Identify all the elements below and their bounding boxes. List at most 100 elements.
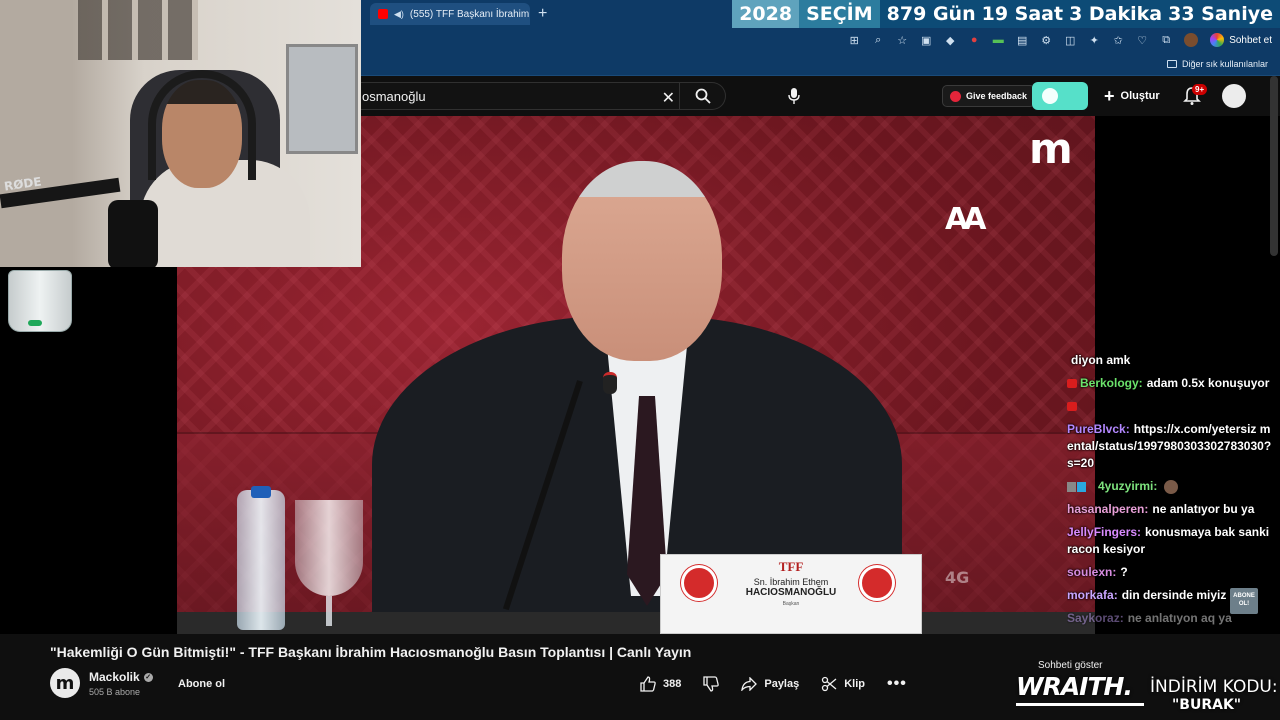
chat-username: soulexn: [1067,565,1117,579]
settings-icon[interactable]: ⚙ [1040,34,1052,47]
extension-icon[interactable]: ▬ [992,34,1004,46]
zoom-icon[interactable]: ⌕ [872,34,884,46]
chat-text: ne anlatıyon aq ya [1127,611,1232,625]
share-arrow-icon [741,677,758,691]
create-button[interactable]: + Oluştur [1104,85,1160,107]
subscriber-badge-icon [1067,402,1077,412]
other-favorites-link[interactable]: Diğer sık kullanılanlar [1182,59,1268,69]
chat-message: Berkology: adam 0.5x konuşuyor [1067,375,1273,392]
like-count: 388 [663,678,682,690]
browser-toolbar: ⊞ ⌕ ☆ ▣ ◆ ● ▬ ▤ ⚙ ◫ ✦ ✩ ♡ ⧉ Sohbet et [360,28,1280,52]
chat-text: ? [1120,565,1128,579]
water-bottle [237,490,285,630]
notification-count-badge: 9+ [1192,84,1208,95]
dislike-button[interactable] [703,676,720,692]
election-countdown: 2028 SEÇİM 879 Gün 19 Saat 3 Dakika 33 S… [732,0,1280,28]
feedback-label: Give feedback [966,91,1028,101]
favorite-star-icon[interactable]: ☆ [896,34,908,47]
countdown-hours: 19 Saat [981,3,1064,25]
subscriber-badge-icon [1067,379,1077,389]
new-tab-button[interactable]: + [538,5,547,23]
share-label: Paylaş [764,678,800,690]
chat-message: 4yuzyirmi: [1067,478,1273,495]
chat-message: soulexn:? [1067,564,1273,581]
chat-username: 4yuzyirmi: [1098,479,1158,493]
chat-username: Berkology: [1080,376,1143,390]
name-placard: TFF Sn. İbrahim Ethem HACIOSMANOĞLU Başk… [660,554,922,634]
video-actions: 388 Paylaş Klip ••• [640,672,907,696]
extensions-icon[interactable]: ✦ [1088,34,1100,47]
search-button[interactable] [679,83,725,109]
extension-icon[interactable]: ● [968,34,980,46]
placard-role: Başkan [782,601,800,607]
countdown-days: 879 Gün [886,3,976,25]
profile-avatar[interactable] [1184,33,1199,47]
tff-logo-icon [681,565,717,601]
bottle-cap [251,486,271,498]
chat-message: PureBlvck: https://x.com/yetersiz mental/… [1067,421,1273,472]
chat-username: PureBlvck: [1067,422,1130,436]
page-scrollbar[interactable] [1270,76,1278,256]
search-input[interactable]: osmanoğlu [362,89,426,104]
countdown-values: 879 Gün 19 Saat 3 Dakika 33 Saniye [879,0,1280,28]
podium-microphone [603,372,617,394]
video-title: "Hakemliği O Gün Bitmişti!" - TFF Başkan… [50,644,692,660]
glass-stem [326,596,332,626]
chat-text: din dersinde miyiz [1121,588,1227,602]
favorites-icon[interactable]: ✩ [1112,34,1124,47]
split-screen-icon[interactable]: ◫ [1064,34,1076,47]
channel-avatar[interactable]: m [50,668,80,698]
chat-message [1067,398,1273,415]
extension-icon[interactable]: ▤ [1016,34,1028,47]
webcam-picture-frames [78,0,198,60]
share-button[interactable]: Paylaş [741,677,799,691]
feedback-icon [950,90,961,102]
youtube-header: osmanoğlu ✕ Give feedback + Oluştur 9+ [360,76,1280,116]
speaker-head [562,161,722,361]
headphones [148,70,256,180]
give-feedback-button[interactable]: Give feedback [942,85,1036,107]
sponsor-overlay: WRAITH. İNDİRİM KODU: "BURAK" [1014,672,1280,720]
like-button[interactable]: 388 [640,676,681,692]
sponsor-brand-logo: WRAITH. [1016,672,1133,701]
voice-search-button[interactable] [784,86,804,106]
streamer-webcam: RØDE [0,0,361,267]
chat-username: morkafa: [1067,588,1118,602]
bookmarks-bar: Diğer sık kullanılanlar [360,52,1280,76]
show-chat-button[interactable]: Sohbeti göster [1038,660,1103,671]
water-glass [295,500,363,596]
subscribe-button[interactable]: Abone ol [170,674,233,694]
discount-code-value: "BURAK" [1172,697,1242,713]
clear-search-icon[interactable]: ✕ [662,88,675,108]
premium-toggle[interactable] [1032,82,1088,110]
extension-icon[interactable]: ▣ [920,34,932,47]
countdown-year: 2028 [732,0,800,28]
thumbs-up-icon [640,676,656,692]
channel-name[interactable]: Mackolik [89,670,140,684]
channel-watermark: m [1029,124,1073,173]
search-box[interactable]: osmanoğlu ✕ [360,82,726,110]
verified-check-icon: ✓ [143,672,153,682]
screenshot-icon[interactable]: ⧉ [1160,34,1172,46]
sponsor-underline [1016,703,1144,706]
extension-icon[interactable]: ◆ [944,34,956,47]
screen: ◀) (555) TFF Başkanı İbrahim Hac ✕ + 202… [0,0,1280,720]
app-grid-icon[interactable]: ⊞ [848,34,860,47]
heart-icon[interactable]: ♡ [1136,34,1148,47]
more-options-button[interactable]: ••• [887,675,907,693]
search-icon [695,88,711,104]
speaker-icon[interactable]: ◀) [394,9,404,20]
copilot-chat-button[interactable]: Sohbet et [1210,33,1272,47]
chat-text: diyon amk [1071,353,1131,367]
broadcast-watermark: 4G [945,568,970,587]
folder-icon [1166,59,1177,68]
chat-message: hasanalperen: ne anlatıyor bu ya [1067,501,1273,518]
account-avatar[interactable] [1222,84,1246,108]
browser-tab-active[interactable]: ◀) (555) TFF Başkanı İbrahim Hac ✕ [370,3,530,25]
chat-text: adam 0.5x konuşuyor [1146,376,1270,390]
channel-name-row[interactable]: Mackolik ✓ [89,670,153,684]
clip-button[interactable]: Klip [821,676,865,692]
countdown-label: SEÇİM [799,0,880,28]
countdown-seconds: 33 Saniye [1168,3,1273,25]
press-table [177,612,1095,634]
